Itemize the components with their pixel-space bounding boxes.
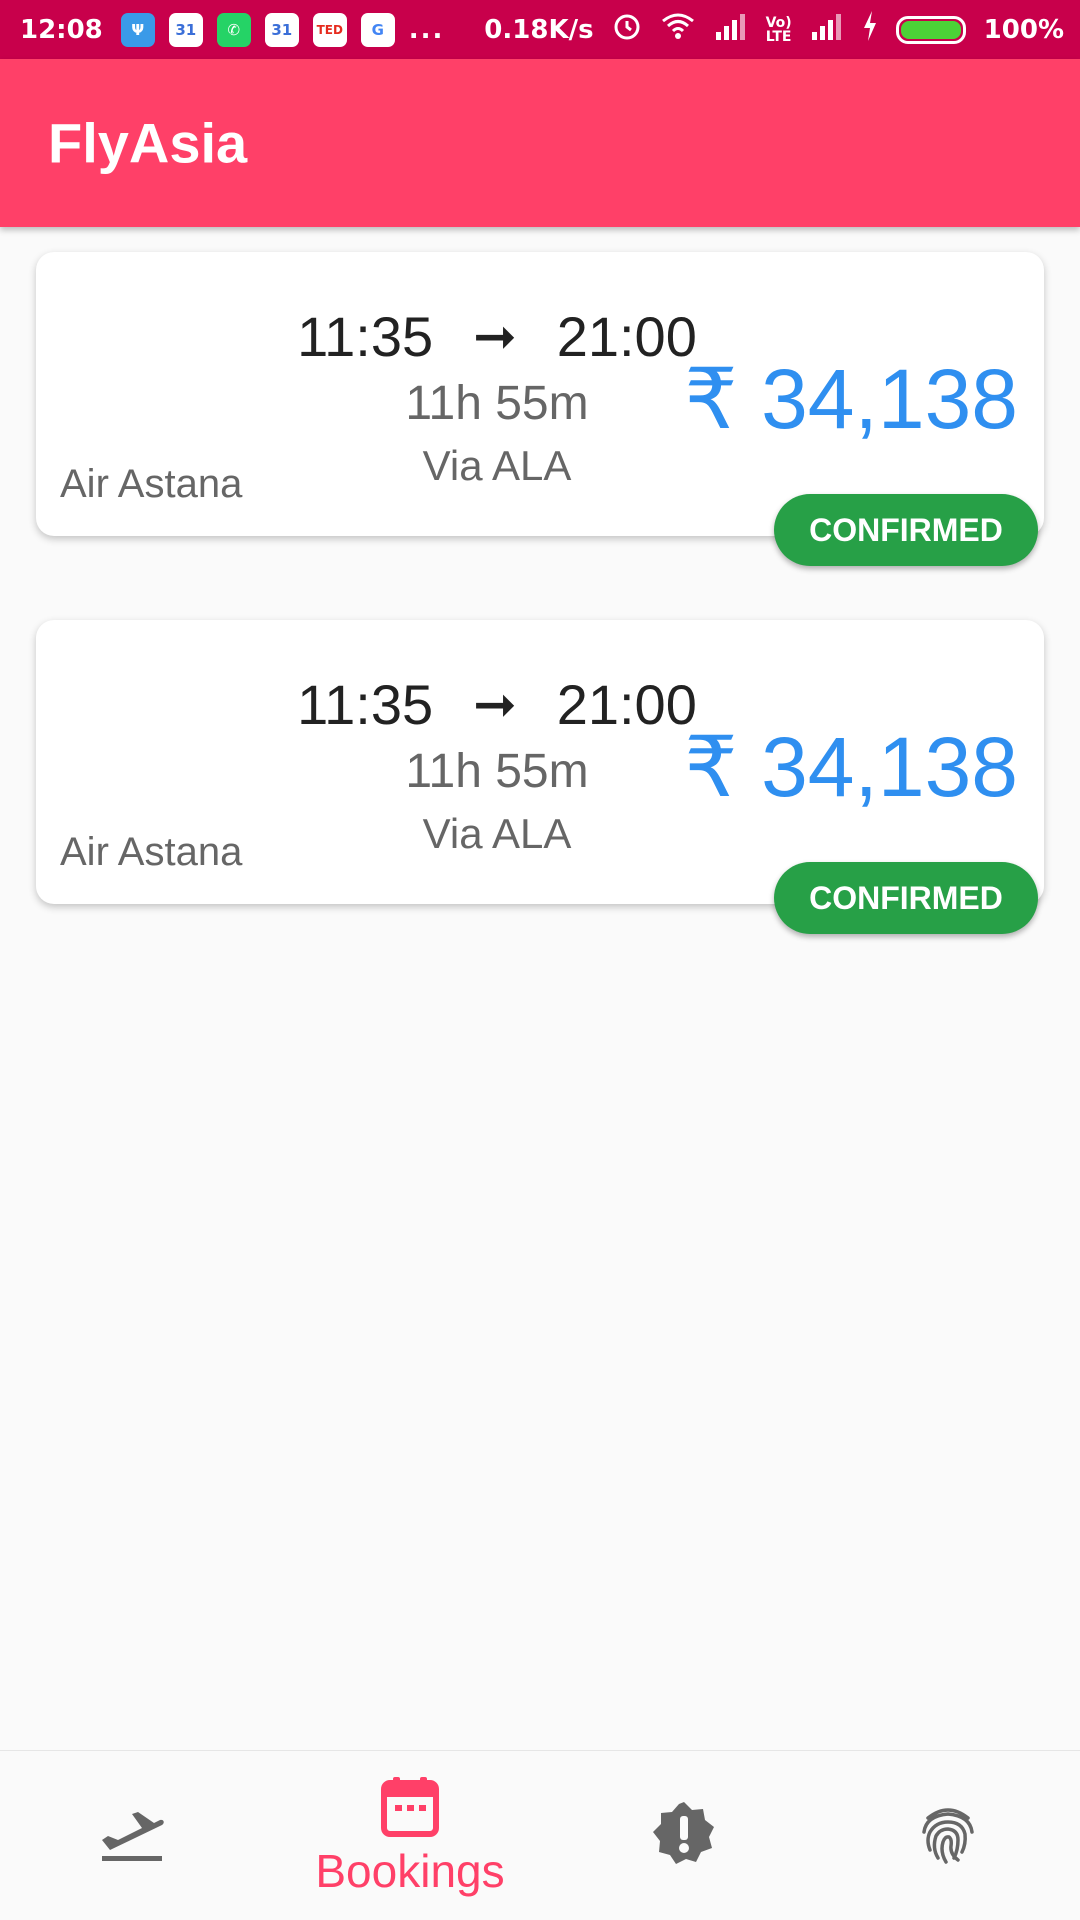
whatsapp-icon: ✆: [216, 12, 251, 47]
network-speed: 0.18K/s: [484, 14, 594, 45]
ted-icon: TED: [312, 12, 347, 47]
calendar-icon: [381, 1775, 439, 1842]
bottom-navigation: Bookings: [0, 1750, 1080, 1920]
charging-icon: [862, 11, 878, 48]
arrow-right-icon: ➞: [473, 307, 517, 366]
depart-time: 11:35: [297, 305, 434, 368]
app-title: FlyAsia: [48, 111, 248, 175]
arrive-time: 21:00: [556, 305, 697, 368]
alert-badge-icon: [650, 1800, 718, 1873]
nav-bookings-label: Bookings: [315, 1844, 505, 1897]
battery-percent: 100%: [983, 14, 1064, 45]
flight-duration: 11h 55m: [405, 377, 589, 430]
nav-bookings[interactable]: Bookings: [300, 1751, 520, 1920]
arrive-time: 21:00: [556, 673, 697, 736]
wifi-icon: [660, 11, 696, 48]
arrow-right-icon: ➞: [473, 675, 517, 734]
google-icon: G: [360, 12, 395, 47]
nav-fingerprint[interactable]: [878, 1751, 1018, 1920]
more-notifications: ...: [408, 14, 445, 45]
airline-name: Air Astana: [60, 830, 243, 874]
signal-icon: [810, 12, 844, 47]
flight-duration: 11h 55m: [405, 745, 589, 798]
status-badge: CONFIRMED: [774, 494, 1038, 566]
app-bar: FlyAsia: [0, 59, 1080, 227]
calendar-icon: 31: [168, 12, 203, 47]
signal-icon: [714, 12, 748, 47]
nav-flights[interactable]: [62, 1751, 202, 1920]
alarm-icon: [612, 11, 642, 48]
booking-price: ₹ 34,138: [684, 720, 1018, 814]
status-bar: 12:08 Ψ 31 ✆ 31 TED G ... 0.18K/s Vo) LTE…: [0, 0, 1080, 59]
fingerprint-icon: [918, 1804, 978, 1869]
volte-icon: Vo) LTE: [765, 14, 792, 45]
battery-icon: [895, 15, 966, 44]
status-time: 12:08: [20, 14, 103, 45]
flight-via: Via ALA: [422, 810, 572, 857]
flight-times: 11:35 ➞ 21:00: [264, 672, 730, 737]
usb-icon: Ψ: [120, 12, 155, 47]
airline-name: Air Astana: [60, 462, 243, 506]
calendar-icon: 31: [264, 12, 299, 47]
status-badge: CONFIRMED: [774, 862, 1038, 934]
nav-alerts[interactable]: [614, 1751, 754, 1920]
booking-price: ₹ 34,138: [684, 352, 1018, 446]
flight-via: Via ALA: [422, 442, 572, 489]
depart-time: 11:35: [297, 673, 434, 736]
flight-times: 11:35 ➞ 21:00: [264, 304, 730, 369]
flight-takeoff-icon: [98, 1806, 166, 1867]
